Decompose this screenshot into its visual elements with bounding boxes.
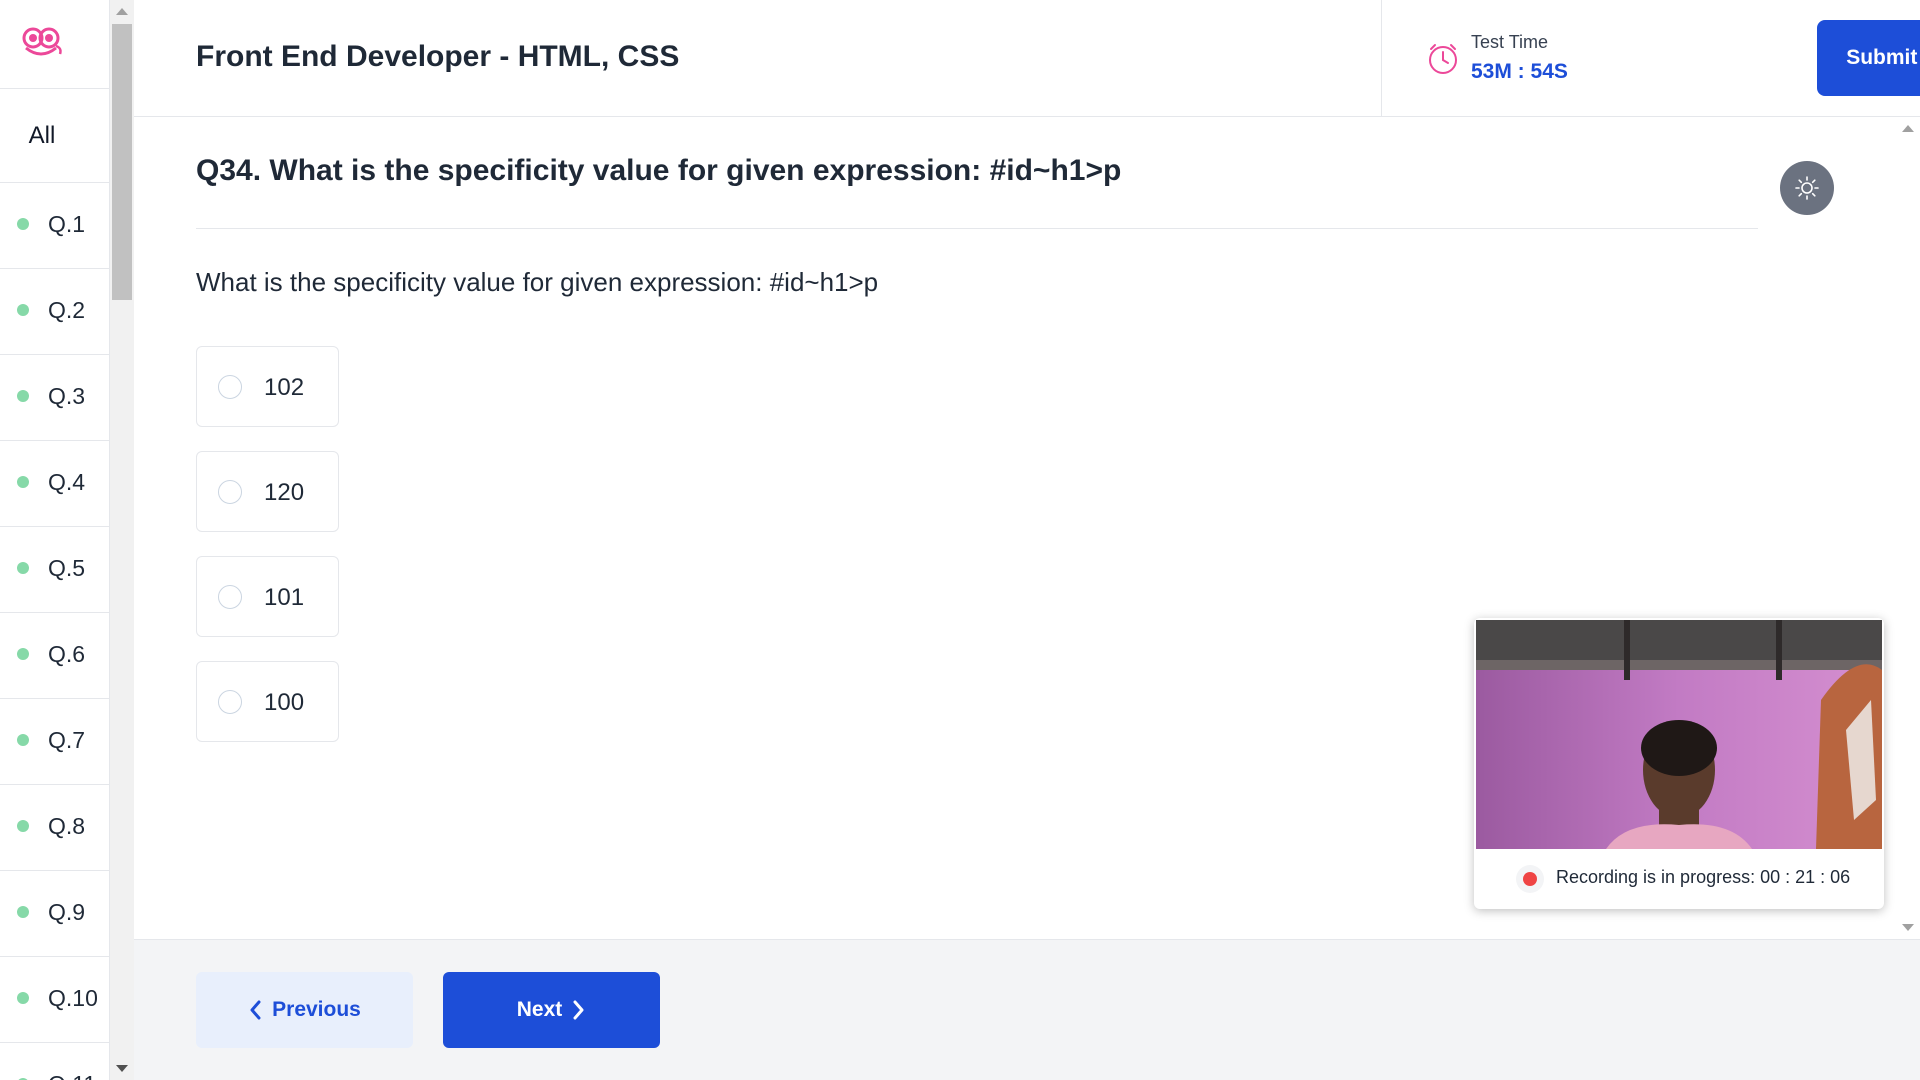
answer-options: 102 120 101 100 [196,346,339,766]
answered-dot [17,218,29,230]
answered-dot [17,906,29,918]
answered-dot [17,390,29,402]
chevron-right-icon [573,1000,584,1020]
answered-dot [17,992,29,1004]
sidebar-item-q2[interactable]: Q.2 [0,268,109,354]
chevron-left-icon [250,1000,261,1020]
answer-option-1[interactable]: 102 [196,346,339,427]
answered-dot [17,562,29,574]
scroll-up-icon[interactable] [1902,125,1914,132]
sidebar-item-label: Q.6 [48,641,86,667]
answered-dot [17,304,29,316]
scroll-down-icon[interactable] [1902,924,1914,931]
navigation-footer: Previous Next [134,939,1920,1080]
answer-option-3[interactable]: 101 [196,556,339,637]
answered-dot [17,734,29,746]
webcam-feed-image [1476,620,1882,849]
sidebar-item-label: Q.4 [48,469,86,495]
filter-all[interactable]: All [0,89,109,182]
test-header: Front End Developer - HTML, CSS Test Tim… [134,0,1920,117]
sidebar-item-q11[interactable]: Q.11 [0,1042,109,1080]
sidebar-item-q6[interactable]: Q.6 [0,612,109,698]
radio-button[interactable] [218,585,242,609]
sidebar-item-q3[interactable]: Q.3 [0,354,109,440]
question-title: Q34. What is the specificity value for g… [196,154,1122,187]
scroll-down-icon[interactable] [116,1065,128,1072]
question-sidebar: All Q.1 Q.2 Q.3 Q.4 Q.5 Q.6 Q.7 Q.8 Q.9 … [0,0,110,1080]
option-label: 101 [264,584,305,611]
sidebar-item-q7[interactable]: Q.7 [0,698,109,784]
sidebar-item-label: Q.9 [48,899,86,925]
sidebar-item-label: Q.10 [48,985,98,1011]
app-logo[interactable] [0,0,109,89]
clock-icon [1429,44,1457,74]
sidebar-item-q10[interactable]: Q.10 [0,956,109,1042]
answer-option-2[interactable]: 120 [196,451,339,532]
timer-label: Test Time [1471,32,1549,52]
timer-value: 53M : 54S [1471,60,1568,83]
sun-icon [1795,176,1819,200]
content-scrollbar[interactable] [1896,117,1920,939]
sidebar-item-q8[interactable]: Q.8 [0,784,109,870]
record-indicator [1516,865,1544,893]
sidebar-item-label: Q.8 [48,813,86,839]
answer-option-4[interactable]: 100 [196,661,339,742]
sidebar-item-label: Q.3 [48,383,86,409]
answered-dot [17,476,29,488]
question-list: Q.1 Q.2 Q.3 Q.4 Q.5 Q.6 Q.7 Q.8 Q.9 Q.10… [0,182,109,1080]
radio-button[interactable] [218,375,242,399]
record-dot-icon [1523,872,1537,886]
webcam-video [1476,620,1882,849]
option-label: 100 [264,689,305,716]
theme-toggle-button[interactable] [1780,161,1834,215]
next-label: Next [516,998,563,1021]
previous-label: Previous [272,998,361,1021]
page-title: Front End Developer - HTML, CSS [196,40,680,73]
previous-button[interactable]: Previous [196,972,413,1048]
sidebar-item-q5[interactable]: Q.5 [0,526,109,612]
radio-button[interactable] [218,690,242,714]
webcam-preview: Recording is in progress: 00 : 21 : 06 [1474,618,1884,909]
option-label: 120 [264,479,305,506]
sidebar-item-label: Q.5 [48,555,86,581]
answered-dot [17,648,29,660]
scrollbar-thumb[interactable] [112,24,132,300]
sidebar-item-q1[interactable]: Q.1 [0,182,109,268]
sidebar-item-q4[interactable]: Q.4 [0,440,109,526]
title-divider [196,228,1758,229]
logo-icon [22,27,62,56]
sidebar-item-label: Q.11 [48,1071,96,1080]
question-text: What is the specificity value for given … [196,267,879,297]
sidebar-scrollbar[interactable] [110,0,134,1080]
submit-test-button[interactable]: Submit Test [1817,20,1920,96]
radio-button[interactable] [218,480,242,504]
answered-dot [17,820,29,832]
recording-text: Recording is in progress: 00 : 21 : 06 [1556,867,1851,887]
scroll-up-icon[interactable] [116,8,128,15]
sidebar-item-q9[interactable]: Q.9 [0,870,109,956]
sidebar-item-label: Q.1 [48,211,86,237]
next-button[interactable]: Next [443,972,660,1048]
option-label: 102 [264,374,305,401]
sidebar-item-label: Q.2 [48,297,86,323]
recording-status: Recording is in progress: 00 : 21 : 06 [1474,849,1884,909]
sidebar-item-label: Q.7 [48,727,86,753]
